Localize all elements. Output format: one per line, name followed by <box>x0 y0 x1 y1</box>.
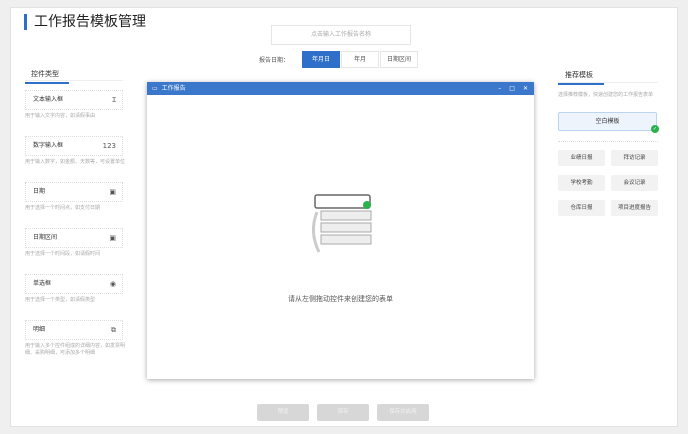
template-button[interactable]: 项目进度报告 <box>611 200 658 216</box>
divider <box>558 141 658 142</box>
detail-icon: ⧉ <box>111 326 116 334</box>
close-icon[interactable]: ✕ <box>523 82 528 95</box>
calendar-range-icon: ▣ <box>109 234 116 242</box>
folder-icon: ▭ <box>152 85 158 92</box>
recommended-desc: 选择推荐模板，快速创建您的工作报告表单 <box>558 92 654 98</box>
template-button[interactable]: 业绩日报 <box>558 150 605 166</box>
window-title: 工作报告 <box>161 85 186 92</box>
template-button[interactable]: 仓库日报 <box>558 200 605 216</box>
date-label: 报告日期： <box>259 57 290 64</box>
calendar-icon: ▣ <box>109 188 116 196</box>
template-button[interactable]: 会议记录 <box>611 175 658 191</box>
empty-hint: 请从左侧拖动控件来创建您的表单 <box>288 295 393 303</box>
template-button[interactable]: 学校考勤 <box>558 175 605 191</box>
maximize-icon[interactable]: □ <box>509 82 515 95</box>
save-enable-button[interactable]: 保存并启用 <box>377 404 429 421</box>
control-label: 文本输入框 <box>33 96 64 103</box>
control-desc: 用于选择一个类型，如请假类型 <box>25 297 96 303</box>
tab-recommended-templates[interactable]: 推荐模板 <box>558 70 604 85</box>
control-desc: 用于输入多个控件组成的详细内容，如发票明细、采购明细，可添加多个明细 <box>25 343 126 356</box>
report-name-input[interactable]: 点击输入工作报告名称 <box>271 25 411 45</box>
control-1[interactable]: 数字输入框 123 <box>25 136 123 156</box>
minimize-icon[interactable]: – <box>498 82 501 95</box>
radio-icon: ◉ <box>109 280 116 288</box>
control-5[interactable]: 明细 ⧉ <box>25 320 123 340</box>
control-desc: 用于选择一个时间段，如请假时间 <box>25 251 101 257</box>
control-label: 明细 <box>33 326 46 333</box>
report-window: ▭ 工作报告 – □ ✕ 请从左侧拖动控件来创建您的表单 <box>147 82 534 379</box>
control-3[interactable]: 日期区间 ▣ <box>25 228 123 248</box>
control-label: 日期区间 <box>33 234 58 241</box>
text-cursor-icon: Ɪ <box>112 96 116 104</box>
date-option-range[interactable]: 日期区间 <box>380 51 418 68</box>
tab-control-types[interactable]: 控件类型 <box>25 69 69 84</box>
window-titlebar: ▭ 工作报告 – □ ✕ <box>147 82 534 95</box>
blank-template-label: 空白模板 <box>595 118 620 125</box>
template-button[interactable]: 拜访记录 <box>611 150 658 166</box>
control-desc: 用于输入文字内容，如请假事由 <box>25 113 96 119</box>
control-label: 数字输入框 <box>33 142 64 149</box>
control-desc: 用于输入数字，如金额、天数等，可设置单位 <box>25 159 126 165</box>
blank-template-button[interactable]: 空白模板 ✓ <box>558 112 659 133</box>
check-icon: ✓ <box>651 125 659 133</box>
number-icon: 123 <box>102 142 116 150</box>
date-option-ym[interactable]: 年月 <box>341 51 379 68</box>
control-4[interactable]: 单选框 ◉ <box>25 274 123 294</box>
control-0[interactable]: 文本输入框 Ɪ <box>25 90 123 110</box>
empty-form-icon <box>312 194 372 253</box>
save-button[interactable]: 保存 <box>317 404 369 421</box>
page-title: 工作报告模板管理 <box>24 14 146 30</box>
control-2[interactable]: 日期 ▣ <box>25 182 123 202</box>
preview-button[interactable]: 预览 <box>257 404 309 421</box>
control-desc: 用于选择一个时间点，如支付日期 <box>25 205 101 211</box>
control-label: 单选框 <box>33 280 52 287</box>
date-option-ymd[interactable]: 年月日 <box>302 51 340 68</box>
control-label: 日期 <box>33 188 46 195</box>
